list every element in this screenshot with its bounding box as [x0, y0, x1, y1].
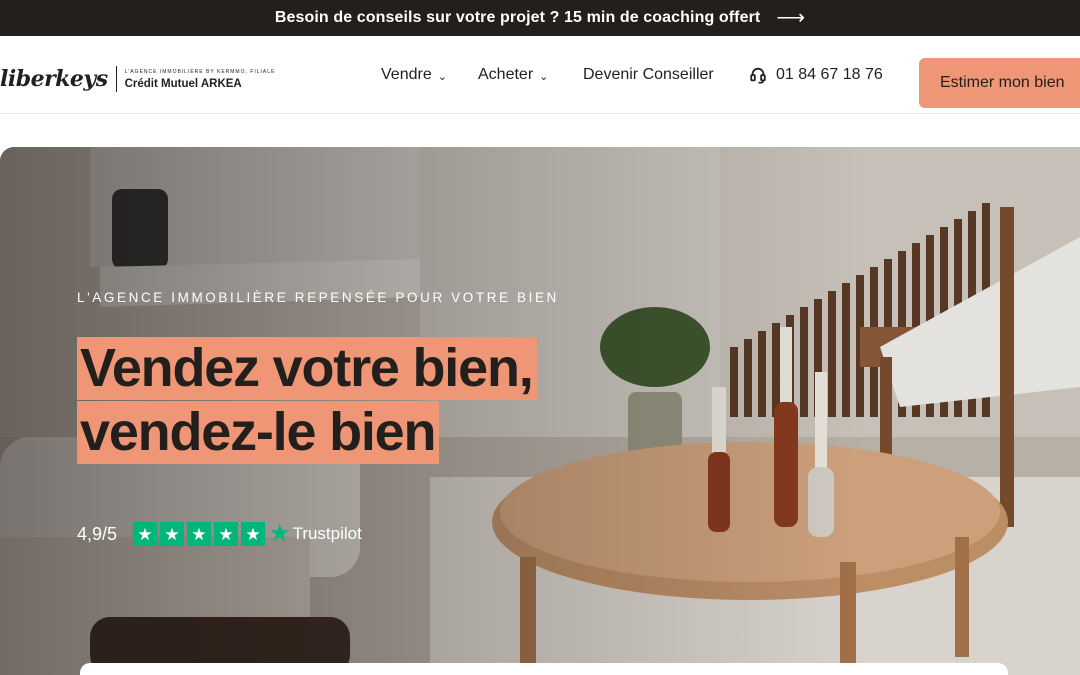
nav-buy[interactable]: Acheter ⌄	[478, 36, 548, 114]
nav-phone[interactable]: 01 84 67 18 76	[749, 36, 883, 114]
trustpilot-logo-icon: ★	[269, 520, 291, 547]
logo-divider	[115, 66, 117, 92]
logo-wordmark: liberkeys	[0, 66, 108, 92]
hero-headline-line2: vendez-le bien	[77, 401, 440, 464]
trustpilot-label: Trustpilot	[292, 524, 362, 543]
promo-banner[interactable]: Besoin de conseils sur votre projet ? 15…	[0, 0, 1080, 36]
trustpilot-rating[interactable]: 4,9/5 ★ ★ ★ ★ ★ ★ Trustpilot	[77, 522, 362, 546]
promo-banner-text[interactable]: Besoin de conseils sur votre projet ? 15…	[275, 9, 761, 27]
arrow-right-icon[interactable]: ⟶	[776, 8, 805, 28]
nav-advisor-label: Devenir Conseiller	[583, 66, 714, 83]
star-icon: ★	[241, 522, 266, 546]
chevron-down-icon: ⌄	[437, 70, 447, 83]
nav-buy-label: Acheter	[478, 66, 534, 83]
estimate-button[interactable]: Estimer mon bien	[919, 58, 1080, 108]
logo-bank-name: Crédit Mutuel ARKEA	[124, 77, 242, 90]
nav-become-advisor[interactable]: Devenir Conseiller	[583, 36, 714, 114]
hero-section: L'AGENCE IMMOBILIÈRE REPENSÉE POUR VOTRE…	[0, 147, 1080, 675]
logo[interactable]: liberkeys L'AGENCE IMMOBILIÈRE BY KERMMO…	[0, 64, 275, 94]
estimate-card	[80, 663, 1008, 675]
rating-score: 4,9/5	[77, 523, 118, 544]
star-icon: ★	[187, 522, 212, 546]
star-icon: ★	[214, 522, 239, 546]
rating-stars: ★ ★ ★ ★ ★	[133, 522, 266, 546]
logo-partner: L'AGENCE IMMOBILIÈRE BY KERMMO, FILIALE …	[125, 69, 276, 90]
logo-tagline: L'AGENCE IMMOBILIÈRE BY KERMMO, FILIALE	[124, 68, 276, 75]
star-icon: ★	[133, 522, 158, 546]
headset-icon	[750, 67, 766, 84]
nav-phone-number: 01 84 67 18 76	[776, 66, 883, 83]
hero-headline-line1: Vendez votre bien,	[77, 337, 537, 400]
site-header: liberkeys L'AGENCE IMMOBILIÈRE BY KERMMO…	[0, 36, 1080, 114]
star-icon: ★	[160, 522, 185, 546]
nav-sell[interactable]: Vendre ⌄	[381, 36, 447, 114]
hero-eyebrow: L'AGENCE IMMOBILIÈRE REPENSÉE POUR VOTRE…	[77, 290, 559, 305]
chevron-down-icon: ⌄	[539, 70, 549, 83]
nav-sell-label: Vendre	[381, 66, 432, 83]
